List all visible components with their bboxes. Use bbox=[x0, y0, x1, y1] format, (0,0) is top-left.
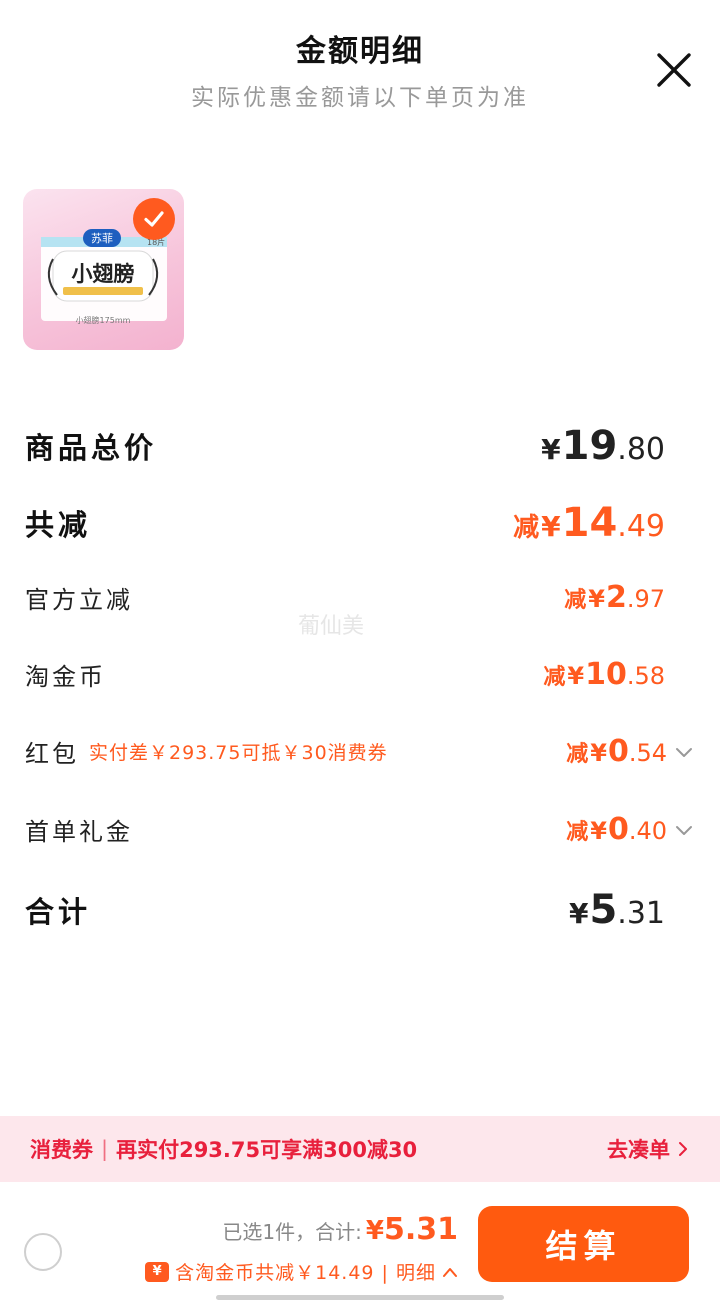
add-items-link[interactable]: 去凑单 bbox=[607, 1134, 690, 1164]
amount-integer: 0 bbox=[607, 734, 629, 769]
header: 金额明细 实际优惠金额请以下单页为准 bbox=[0, 0, 720, 130]
currency-symbol: ¥ bbox=[567, 662, 585, 690]
coupon-tag: 消费券 bbox=[30, 1138, 93, 1162]
checkout-button[interactable]: 结算 bbox=[478, 1206, 689, 1282]
sum-label: 合计 bbox=[25, 895, 92, 929]
coin-detail-text: 含淘金币共减￥14.49 | 明细 bbox=[175, 1262, 436, 1284]
red-packet-note: 实付差￥293.75可抵￥30消费券 bbox=[89, 742, 388, 764]
currency-symbol: ¥ bbox=[541, 433, 561, 466]
product-brand-text: 苏菲 bbox=[91, 232, 113, 245]
currency-symbol: ¥ bbox=[365, 1216, 384, 1246]
discount-prefix: 减 bbox=[543, 665, 566, 690]
official-discount-label: 官方立减 bbox=[25, 586, 133, 614]
home-indicator[interactable] bbox=[216, 1295, 504, 1300]
amount-integer: 2 bbox=[605, 580, 627, 615]
coupon-message: 再实付293.75可享满300减30 bbox=[116, 1138, 418, 1162]
chevron-down-icon[interactable] bbox=[675, 821, 693, 839]
discount-prefix: 减 bbox=[566, 742, 589, 767]
red-packet-label: 红包 bbox=[25, 740, 79, 768]
coins-discount-label: 淘金币 bbox=[25, 663, 106, 691]
sum-value: ¥ 5 .31 bbox=[569, 887, 665, 933]
discount-prefix: 减 bbox=[513, 513, 540, 543]
chevron-up-icon bbox=[443, 1267, 457, 1277]
add-items-link-label: 去凑单 bbox=[607, 1138, 670, 1162]
amount-decimal: .97 bbox=[626, 585, 665, 613]
amount-decimal: .40 bbox=[628, 817, 667, 845]
amount-integer: 5 bbox=[589, 887, 618, 933]
amount-integer: 19 bbox=[561, 423, 618, 469]
row-sum: 合计 ¥ 5 .31 bbox=[25, 887, 665, 933]
amount-integer: 10 bbox=[585, 657, 627, 692]
total-price-label: 商品总价 bbox=[25, 431, 158, 465]
amount-decimal: .49 bbox=[617, 509, 665, 544]
discount-prefix: 减 bbox=[566, 820, 589, 845]
amount-decimal: .58 bbox=[626, 662, 665, 690]
amount-decimal: .54 bbox=[628, 739, 667, 767]
page-subtitle: 实际优惠金额请以下单页为准 bbox=[191, 85, 529, 111]
discount-prefix: 减 bbox=[564, 588, 587, 613]
red-packet-value: 减 ¥ 0 .54 bbox=[566, 734, 667, 769]
row-total-price: 商品总价 ¥ 19 .80 bbox=[25, 423, 665, 469]
coins-discount-value: 减 ¥ 10 .58 bbox=[543, 657, 665, 692]
selected-check-icon[interactable] bbox=[133, 198, 175, 240]
row-first-order-gift[interactable]: 首单礼金 减 ¥ 0 .40 bbox=[25, 812, 693, 847]
total-discount-label: 共减 bbox=[25, 508, 92, 542]
currency-symbol: ¥ bbox=[568, 897, 589, 930]
chevron-down-icon[interactable] bbox=[675, 743, 693, 761]
amount-integer: 14 bbox=[561, 500, 618, 546]
selection-summary: 已选1件，合计: ¥ 5.31 bbox=[222, 1212, 458, 1247]
coin-detail-toggle[interactable]: ¥ 含淘金币共减￥14.49 | 明细 bbox=[145, 1258, 458, 1285]
checkout-bar: 已选1件，合计: ¥ 5.31 ¥ 含淘金币共减￥14.49 | 明细 结算 bbox=[0, 1182, 720, 1306]
currency-symbol: ¥ bbox=[541, 510, 561, 543]
row-coins-discount: 淘金币 减 ¥ 10 .58 bbox=[25, 657, 665, 692]
promo-separator: | bbox=[101, 1137, 109, 1161]
selected-count-text: 已选1件，合计: bbox=[222, 1220, 362, 1244]
amount-decimal: .31 bbox=[617, 896, 665, 931]
coupon-promo-bar: 消费券 | 再实付293.75可享满300减30 去凑单 bbox=[0, 1116, 720, 1182]
row-red-packet[interactable]: 红包 实付差￥293.75可抵￥30消费券 减 ¥ 0 .54 bbox=[25, 734, 693, 769]
page-title: 金额明细 bbox=[296, 34, 424, 69]
currency-symbol: ¥ bbox=[590, 739, 607, 767]
currency-symbol: ¥ bbox=[588, 585, 605, 613]
close-icon[interactable] bbox=[656, 52, 692, 88]
row-total-discount: 共减 减 ¥ 14 .49 bbox=[25, 500, 665, 546]
product-thumbnail[interactable]: 苏菲 小翅膀 18片 小翅膀175mm bbox=[23, 189, 184, 350]
watermark: 葡仙美 bbox=[298, 614, 365, 639]
official-discount-value: 减 ¥ 2 .97 bbox=[564, 580, 665, 615]
total-amount: 5.31 bbox=[383, 1212, 458, 1247]
amount-decimal: .80 bbox=[617, 432, 665, 467]
amount-integer: 0 bbox=[607, 812, 629, 847]
first-order-gift-value: 减 ¥ 0 .40 bbox=[566, 812, 667, 847]
currency-symbol: ¥ bbox=[590, 817, 607, 845]
total-discount-value: 减 ¥ 14 .49 bbox=[513, 500, 665, 546]
first-order-gift-label: 首单礼金 bbox=[25, 818, 133, 846]
select-all-radio[interactable] bbox=[24, 1233, 62, 1271]
total-price-value: ¥ 19 .80 bbox=[541, 423, 665, 469]
coin-icon: ¥ bbox=[145, 1261, 170, 1282]
product-size-text: 小翅膀175mm bbox=[76, 315, 131, 325]
chevron-right-icon bbox=[679, 1142, 687, 1156]
product-name-text: 小翅膀 bbox=[72, 262, 135, 286]
